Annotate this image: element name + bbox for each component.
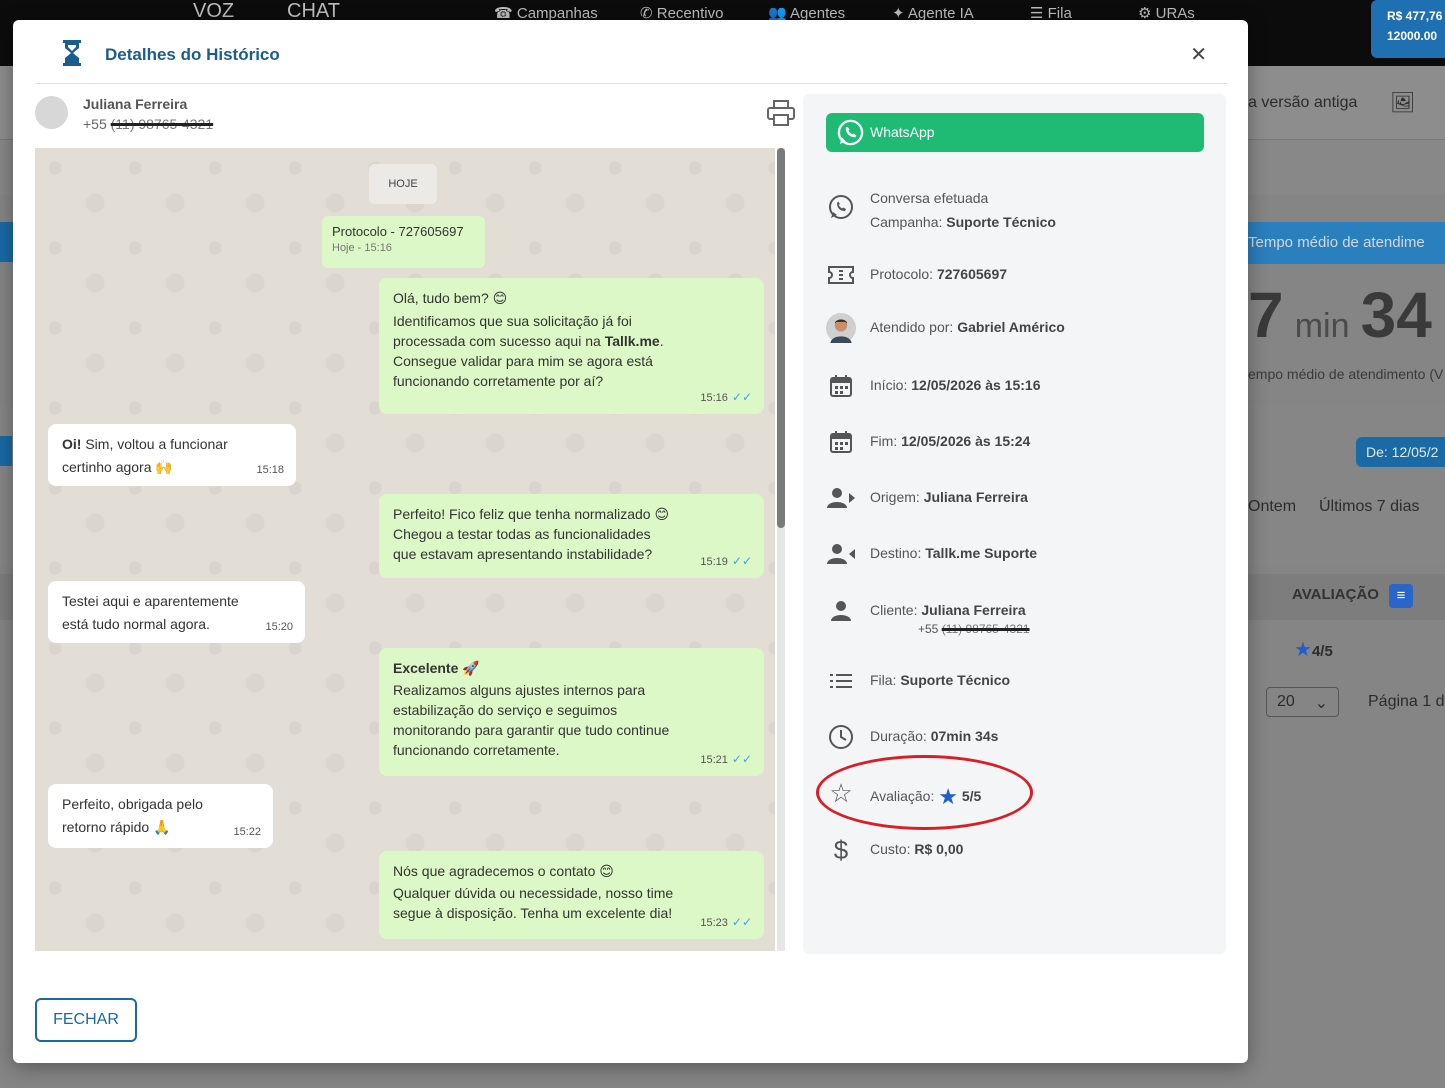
- protocol-bubble: Protocolo - 727605697 Hoje - 15:16: [322, 216, 485, 268]
- calendar-icon: [830, 375, 852, 397]
- user-incoming-icon: [827, 544, 855, 564]
- modal-header: Detalhes do Histórico ✕: [35, 20, 1227, 84]
- bg-filter-ontem[interactable]: Ontem: [1248, 498, 1296, 516]
- read-ticks-icon: ✓✓: [731, 752, 752, 766]
- conversation-info-panel: WhatsApp Conversa efetuada Campanha: Supo…: [803, 94, 1226, 954]
- user-icon: [831, 601, 851, 621]
- bg-row-rating: ★4/5: [1294, 639, 1333, 661]
- bg-page-size[interactable]: 20 ⌄: [1266, 687, 1339, 717]
- message-out: Nós que agradecemos o contato 😊 Qualquer…: [379, 851, 764, 939]
- info-destination: Destino: Tallk.me Suporte: [826, 539, 1206, 579]
- list-icon: [830, 674, 852, 688]
- user-outgoing-icon: [827, 488, 855, 508]
- clock-icon: [829, 725, 853, 749]
- contact-avatar: [35, 96, 68, 129]
- info-client: Cliente: Juliana Ferreira +55 (11) 98765…: [826, 596, 1206, 642]
- history-details-modal: Detalhes do Histórico ✕ Juliana Ferreira…: [13, 20, 1248, 1063]
- contact-header: Juliana Ferreira +55 (11) 98765-4321: [35, 96, 795, 148]
- whatsapp-channel-badge[interactable]: WhatsApp: [826, 113, 1204, 152]
- info-start: Início: 12/05/2026 às 15:16: [826, 371, 1206, 411]
- contact-phone: +55 (11) 98765-4321: [83, 116, 214, 132]
- bg-version-link[interactable]: a versão antiga: [1248, 94, 1357, 112]
- message-in: Testei aqui e aparentemente está tudo no…: [48, 581, 305, 643]
- bg-col-avaliacao: AVALIAÇÃO: [1292, 586, 1379, 603]
- contact-name: Juliana Ferreira: [83, 96, 188, 112]
- scrollbar-thumb[interactable]: [777, 148, 785, 528]
- whatsapp-outline-icon: [829, 195, 853, 219]
- whatsapp-icon: [837, 119, 864, 146]
- message-in: Oi! Sim, voltou a funcionar certinho ago…: [48, 424, 296, 486]
- bg-metric-header: Tempo médio de atendime: [1248, 222, 1445, 264]
- info-status: Conversa efetuada Campanha: Suporte Técni…: [826, 190, 1206, 240]
- message-in: Perfeito, obrigada pelo retorno rápido 🙏…: [48, 784, 273, 848]
- dollar-icon: $: [833, 834, 849, 865]
- bg-metric-sub: empo médio de atendimento (V: [1248, 366, 1444, 382]
- day-separator: HOJE: [369, 164, 437, 204]
- info-end: Fim: 12/05/2026 às 15:24: [826, 427, 1206, 467]
- message-out: Olá, tudo bem? 😊 Identificamos que sua s…: [379, 278, 764, 414]
- print-icon[interactable]: [767, 100, 795, 126]
- bg-filter-icon[interactable]: ≡: [1389, 584, 1413, 608]
- hourglass-icon: [63, 40, 81, 66]
- chat-transcript[interactable]: HOJE Protocolo - 727605697 Hoje - 15:16 …: [35, 148, 775, 951]
- calendar-icon: [830, 431, 852, 453]
- bg-page-label: Página 1 d: [1368, 693, 1445, 710]
- read-ticks-icon: ✓✓: [731, 390, 752, 404]
- agent-avatar: [826, 313, 856, 343]
- ticket-icon: [828, 266, 854, 284]
- info-cost: $ Custo: R$ 0,00: [826, 835, 1206, 875]
- annotation-circle: [816, 755, 1033, 830]
- close-button[interactable]: FECHAR: [35, 998, 137, 1042]
- bg-metric-value: 7 min 34: [1248, 279, 1432, 351]
- read-ticks-icon: ✓✓: [731, 554, 752, 568]
- bg-filter-7dias[interactable]: Últimos 7 dias: [1319, 498, 1419, 516]
- info-origin: Origem: Juliana Ferreira: [826, 483, 1206, 523]
- bg-export-icon[interactable]: 🖼: [1390, 90, 1415, 115]
- close-icon[interactable]: ✕: [1190, 42, 1207, 67]
- balance-badge: R$ 477,76 12000.00: [1371, 0, 1445, 58]
- message-out: Excelente 🚀 Realizamos alguns ajustes in…: [379, 648, 764, 776]
- chat-scrollbar[interactable]: [777, 148, 785, 951]
- read-ticks-icon: ✓✓: [731, 915, 752, 929]
- info-queue: Fila: Suporte Técnico: [826, 666, 1206, 706]
- message-out: Perfeito! Fico feliz que tenha normaliza…: [379, 494, 764, 578]
- bg-date-filter[interactable]: De: 12/05/2: [1356, 437, 1445, 467]
- info-duration: Duração: 07min 34s: [826, 722, 1206, 762]
- modal-title: Detalhes do Histórico: [105, 45, 280, 64]
- info-agent: Atendido por: Gabriel Américo: [826, 313, 1206, 353]
- info-protocol: Protocolo: 727605697: [826, 260, 1206, 300]
